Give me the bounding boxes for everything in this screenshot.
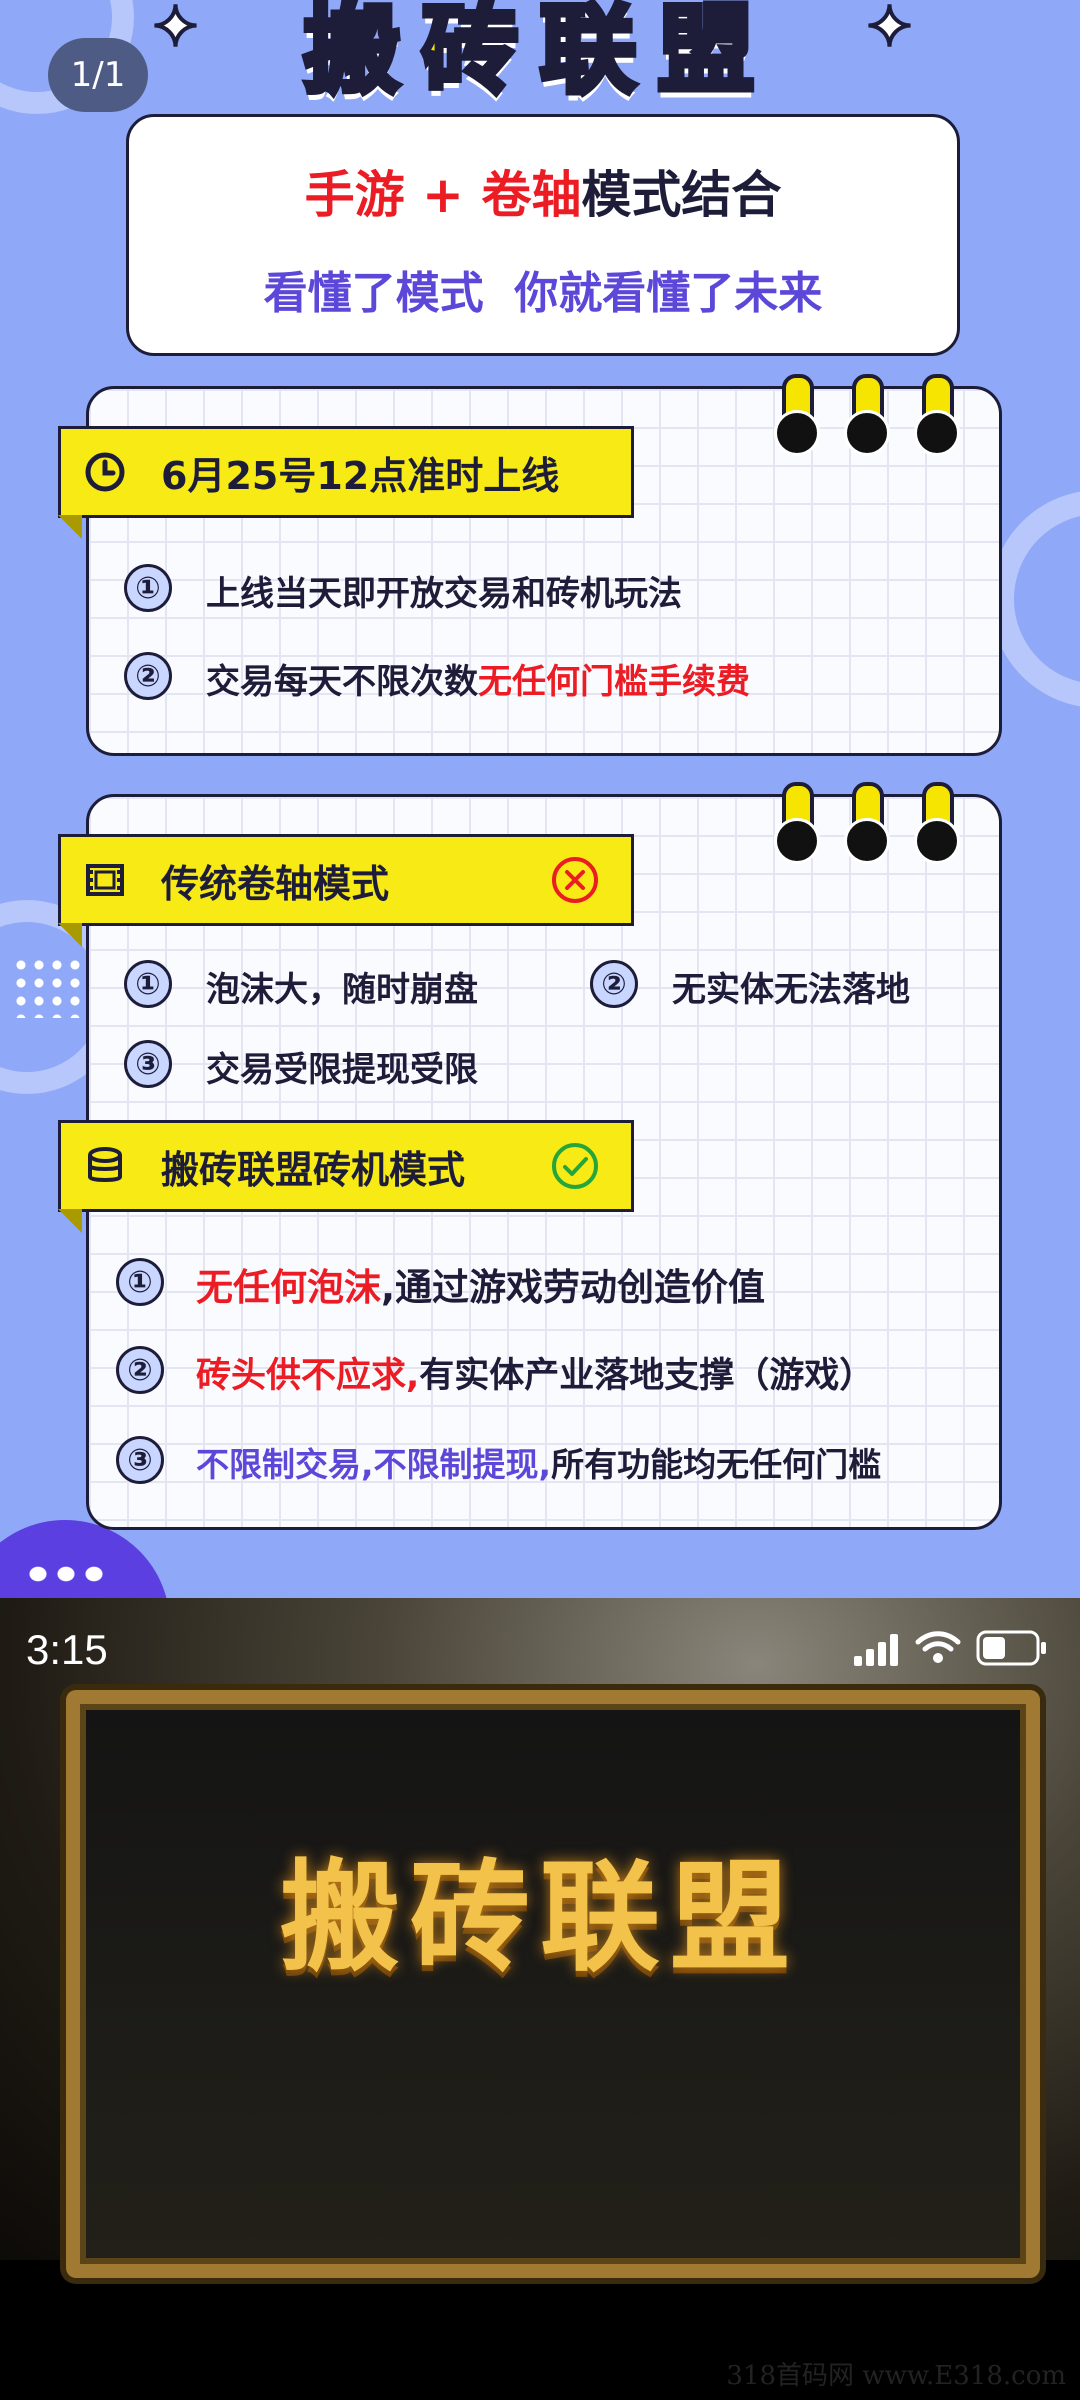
alliance-item-3-highlight: 不限制交易,不限制提现, (196, 1445, 552, 1484)
binder-clip (774, 782, 820, 864)
watermark: 318首码网 www.E318.com (726, 2361, 1066, 2391)
decor-circle-bottom (0, 1520, 170, 1598)
traditional-item-2: 无实体无法落地 (672, 970, 910, 1010)
intro-highlight: 手游 + 卷轴 (304, 166, 582, 224)
traditional-banner: 传统卷轴模式 (58, 834, 634, 926)
wifi-icon (914, 1628, 962, 1670)
launch-item-1: 上线当天即开放交易和砖机玩法 (206, 566, 682, 615)
item-number: ③ (116, 1436, 164, 1484)
alliance-item-3: 不限制交易,不限制提现,所有功能均无任何门槛 (196, 1438, 881, 1486)
game-title: 搬砖联盟 (280, 1849, 800, 1988)
binder-clip (774, 374, 820, 456)
binder-clip (844, 374, 890, 456)
banner-tail (58, 1209, 82, 1233)
alliance-banner-text: 搬砖联盟砖机模式 (161, 1147, 466, 1192)
item-number: ② (116, 1346, 164, 1394)
alliance-item-2-highlight: 砖头供不应求, (196, 1356, 420, 1396)
item-number: ① (124, 960, 172, 1008)
status-time: 3:15 (26, 1626, 108, 1673)
binder-clip (914, 374, 960, 456)
launch-item-2-highlight: 无任何门槛手续费 (478, 662, 750, 702)
page-indicator[interactable]: 1/1 (48, 38, 148, 112)
poster: ✦ ✦ 搬砖联盟 1/1 手游 + 卷轴模式结合 看懂了模式 你就看懂了未来 6… (0, 0, 1080, 1598)
film-icon (79, 854, 131, 906)
intro-rest: 模式结合 (581, 166, 782, 224)
poster-title: 搬砖联盟 (301, 0, 776, 109)
launch-item-1-text: 上线当天即开放交易和砖机玩法 (206, 574, 682, 614)
check-circle-icon (549, 1140, 601, 1192)
launch-banner: 6月25号12点准时上线 (58, 426, 634, 518)
item-number: ② (590, 960, 638, 1008)
item-number: ③ (124, 1040, 172, 1088)
intro-headline: 手游 + 卷轴模式结合 (129, 155, 957, 227)
intro-subline: 看懂了模式 你就看懂了未来 (263, 268, 823, 319)
battery-icon (976, 1630, 1048, 1670)
binder-clip (844, 782, 890, 864)
traditional-banner-text: 传统卷轴模式 (161, 861, 390, 906)
database-icon (79, 1140, 131, 1192)
banner-tail (58, 923, 82, 947)
traditional-item-1: 泡沫大，随时崩盘 (206, 970, 478, 1010)
alliance-item-1: 无任何泡沫,通过游戏劳动创造价值 (196, 1257, 765, 1311)
decor-dot-grid (12, 956, 92, 1018)
intro-card: 手游 + 卷轴模式结合 看懂了模式 你就看懂了未来 (126, 114, 960, 356)
alliance-item-1-highlight: 无任何泡沫 (196, 1266, 381, 1309)
launch-item-2: 交易每天不限次数无任何门槛手续费 (206, 654, 750, 703)
binder-clip (914, 782, 960, 864)
cross-circle-icon (549, 854, 601, 906)
alliance-banner: 搬砖联盟砖机模式 (58, 1120, 634, 1212)
alliance-item-2-text: 有实体产业落地支撑（游戏） (419, 1356, 875, 1396)
decor-dots (24, 1562, 104, 1586)
launch-banner-text: 6月25号12点准时上线 (161, 453, 560, 498)
banner-tail (58, 515, 82, 539)
traditional-item-3: 交易受限提现受限 (206, 1050, 478, 1090)
alliance-item-1-text: ,通过游戏劳动创造价值 (381, 1266, 766, 1309)
decor-circle-right (990, 490, 1080, 708)
clock-icon (79, 446, 131, 498)
phone-screenshot: 搬砖联盟 3:15 (0, 1598, 1080, 2400)
status-bar: 3:15 (0, 1598, 1080, 1694)
alliance-item-3-text: 所有功能均无任何门槛 (551, 1445, 882, 1484)
item-number: ② (124, 652, 172, 700)
item-number: ① (116, 1258, 164, 1306)
item-number: ① (124, 564, 172, 612)
launch-item-2-text: 交易每天不限次数 (206, 662, 478, 702)
signal-icon (852, 1632, 902, 1670)
alliance-item-2: 砖头供不应求,有实体产业落地支撑（游戏） (196, 1347, 874, 1398)
